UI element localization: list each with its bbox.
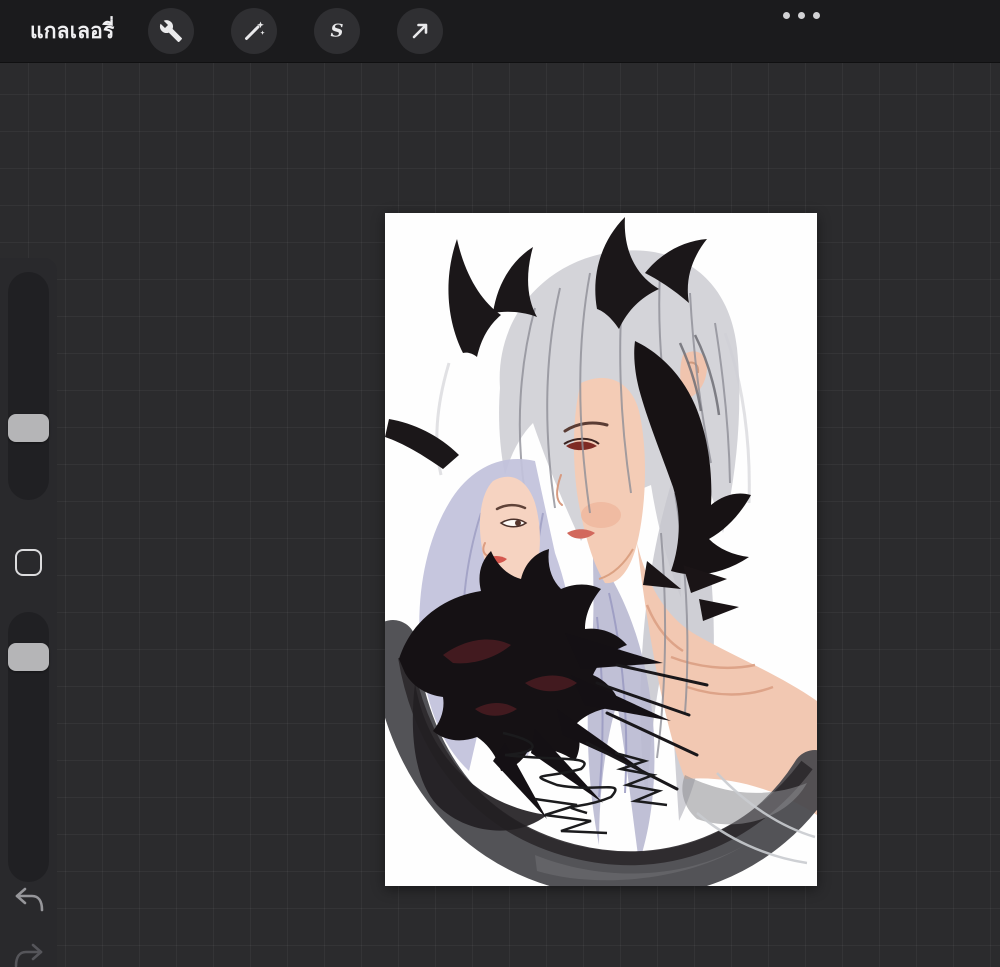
transform-arrow-icon — [413, 23, 428, 39]
workspace — [0, 63, 1000, 967]
more-options-button[interactable] — [781, 10, 822, 21]
actions-button[interactable] — [148, 8, 195, 54]
redo-button[interactable] — [12, 942, 46, 967]
opacity-handle[interactable] — [8, 643, 49, 671]
svg-text:S: S — [331, 21, 344, 42]
undo-button[interactable] — [12, 886, 46, 914]
gallery-button[interactable]: แกลเลอรี่ — [30, 15, 114, 48]
selection-s-icon: S — [331, 21, 344, 42]
sidebar-controls — [0, 258, 57, 967]
magic-wand-icon — [245, 21, 266, 40]
ellipsis-icon — [783, 12, 790, 19]
brush-size-handle[interactable] — [8, 414, 49, 442]
selection-button[interactable]: S — [314, 8, 361, 54]
artwork-illustration — [385, 213, 817, 886]
artwork-canvas[interactable] — [385, 213, 817, 886]
redo-arrow-icon — [14, 943, 43, 967]
top-toolbar: แกลเลอรี่ S — [0, 0, 1000, 63]
adjustments-button[interactable] — [231, 8, 278, 54]
brush-size-slider[interactable] — [8, 272, 49, 500]
transform-button[interactable] — [397, 8, 444, 54]
undo-arrow-icon — [15, 887, 44, 912]
ellipsis-icon — [798, 12, 805, 19]
modify-button[interactable] — [15, 549, 42, 576]
ellipsis-icon — [813, 12, 820, 19]
procreate-app: แกลเลอรี่ S — [0, 0, 1000, 967]
wrench-icon — [160, 20, 183, 42]
